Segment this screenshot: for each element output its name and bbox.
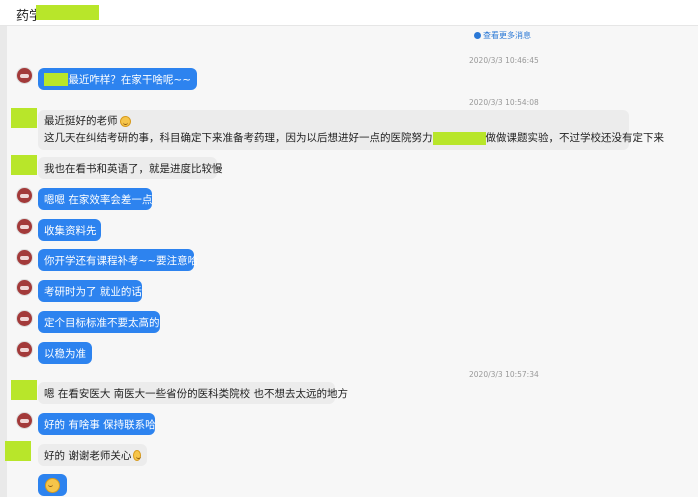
message-bubble[interactable]: [38, 474, 67, 496]
message-bubble[interactable]: 你开学还有课程补考~~要注意哈: [38, 249, 198, 271]
self-avatar[interactable]: [5, 441, 31, 461]
teacher-avatar[interactable]: [16, 249, 33, 266]
timestamp: 2020/3/3 10:54:08: [469, 98, 539, 107]
message-bubble[interactable]: 最近咋样？在家干啥呢~~: [38, 68, 197, 90]
left-sidebar-edge: [0, 26, 7, 497]
message-text: 考研时为了 就业的话: [44, 285, 142, 298]
view-more-label: 查看更多消息: [483, 31, 531, 40]
message-line: 最近挺好的老师: [44, 113, 131, 130]
redacted-name: [44, 72, 69, 86]
timestamp: 2020/3/3 10:46:45: [469, 56, 539, 65]
self-avatar[interactable]: [11, 155, 37, 175]
self-avatar[interactable]: [11, 380, 37, 400]
message-text: 以稳为准: [44, 347, 86, 360]
message-bubble[interactable]: 考研时为了 就业的话: [38, 280, 142, 302]
message-bubble[interactable]: 好的 谢谢老师关心: [38, 444, 147, 466]
teacher-avatar[interactable]: [16, 279, 33, 296]
message-text: 好的 有啥事 保持联系哈: [44, 418, 156, 431]
message-bubble[interactable]: 好的 有啥事 保持联系哈: [38, 413, 156, 435]
teacher-avatar[interactable]: [16, 67, 33, 84]
message-bubble[interactable]: 定个目标标准不要太高的: [38, 311, 160, 333]
smile-emoji-icon: [133, 449, 141, 461]
message-text: 收集资料先: [44, 224, 97, 237]
message-text: 嗯 在看安医大 南医大一些省份的医科类院校 也不想去太远的地方: [44, 387, 349, 400]
teacher-avatar[interactable]: [16, 341, 33, 358]
teacher-avatar[interactable]: [16, 187, 33, 204]
timestamp: 2020/3/3 10:57:34: [469, 370, 539, 379]
message-bubble[interactable]: 最近挺好的老师 这几天在纠结考研的事，科目确定下来准备考药理，因为以后想进好一点…: [38, 110, 664, 150]
message-text: 最近挺好的老师: [44, 115, 118, 127]
message-text: 最近咋样？在家干啥呢~~: [68, 73, 191, 86]
message-bubble[interactable]: 收集资料先: [38, 219, 101, 241]
self-avatar[interactable]: [11, 108, 37, 128]
view-more-messages-link[interactable]: 查看更多消息: [474, 30, 531, 41]
teacher-avatar[interactable]: [16, 218, 33, 235]
message-text: 这几天在纠结考研的事，科目确定下来准备考药理，因为以后想进好一点的医院努力: [44, 132, 433, 144]
message-text: 嗯嗯 在家效率会差一点: [44, 193, 153, 206]
message-text: 我也在看书和英语了，就是进度比较慢: [44, 162, 223, 175]
message-bubble[interactable]: 嗯 在看安医大 南医大一些省份的医科类院校 也不想去太远的地方: [38, 382, 348, 404]
message-line: 这几天在纠结考研的事，科目确定下来准备考药理，因为以后想进好一点的医院努力 做做课…: [44, 130, 664, 147]
teacher-avatar[interactable]: [16, 310, 33, 327]
message-bubble[interactable]: 以稳为准: [38, 342, 92, 364]
message-text: 做做课题实验，不过学校还没有定下来: [485, 132, 665, 144]
message-text: 你开学还有课程补考~~要注意哈: [44, 254, 199, 267]
history-icon: [474, 32, 481, 39]
redacted-text: [432, 131, 486, 145]
message-bubble[interactable]: 我也在看书和英语了，就是进度比较慢: [38, 157, 223, 179]
smile-emoji-icon: [119, 115, 131, 127]
chat-header: 药学: [0, 0, 698, 26]
message-text: 定个目标标准不要太高的: [44, 316, 160, 329]
message-bubble[interactable]: 嗯嗯 在家效率会差一点: [38, 188, 152, 210]
message-text: 好的 谢谢老师关心: [44, 449, 132, 462]
redacted-name: [36, 5, 99, 20]
smile-emoji-icon: [45, 477, 60, 493]
teacher-avatar[interactable]: [16, 412, 33, 429]
